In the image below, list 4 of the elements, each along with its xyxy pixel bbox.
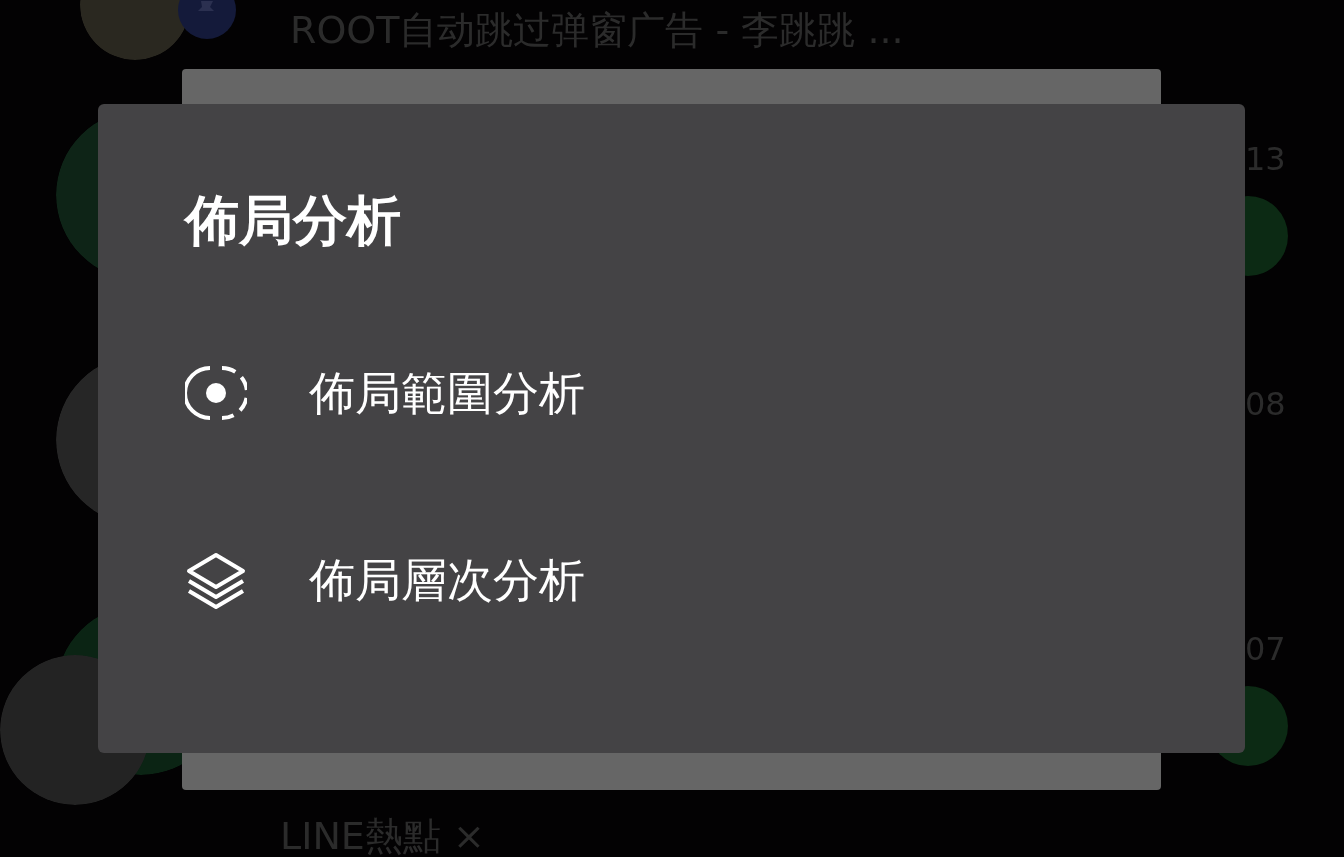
- menu-item[interactable]: 佈局層次分析: [185, 540, 585, 620]
- menu-item[interactable]: 佈局範圍分析: [185, 353, 585, 433]
- dialog-title: 佈局分析: [185, 194, 402, 248]
- pin-icon: [178, 0, 236, 39]
